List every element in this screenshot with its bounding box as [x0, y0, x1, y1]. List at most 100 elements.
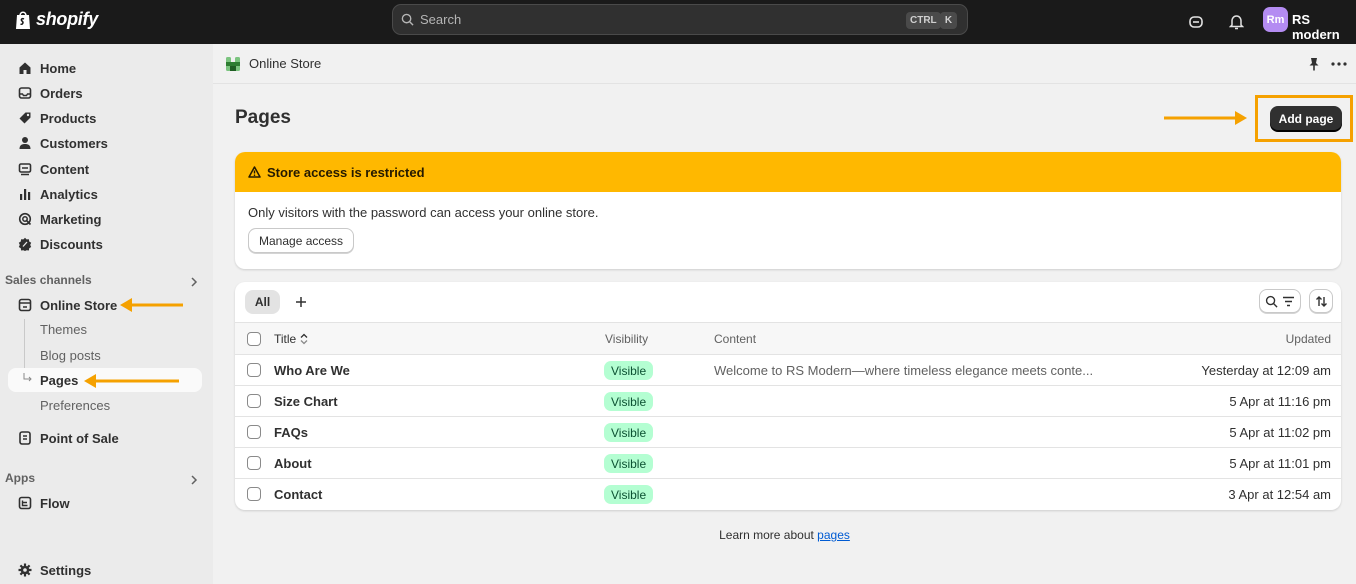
sidekick-button[interactable]	[1185, 11, 1207, 33]
tab-all[interactable]: All	[245, 290, 280, 314]
sidebar-item-label: Analytics	[40, 186, 98, 202]
select-all-checkbox[interactable]	[247, 332, 261, 346]
banner-header: Store access is restricted	[235, 152, 1341, 192]
status-badge: Visible	[604, 423, 654, 442]
sidebar-item-marketing[interactable]: Marketing	[8, 207, 202, 231]
sidebar-item-settings[interactable]: Settings	[8, 558, 202, 582]
brand-name: shopify	[36, 9, 98, 29]
target-icon	[18, 212, 32, 226]
manage-access-button[interactable]: Manage access	[248, 228, 355, 253]
search-icon	[1265, 295, 1278, 308]
sidebar-item-label: Marketing	[40, 211, 102, 227]
row-checkbox[interactable]	[247, 456, 261, 470]
table-row[interactable]: Who Are We Visible Welcome to RS Modern—…	[235, 355, 1341, 386]
store-access-banner: Store access is restricted Only visitors…	[235, 152, 1341, 269]
sidebar-item-customers[interactable]: Customers	[8, 131, 202, 155]
column-title-label: Title	[274, 332, 297, 346]
gear-icon	[18, 563, 32, 577]
shortcut-key-ctrl: CTRL	[906, 12, 941, 29]
sidekick-icon	[1189, 16, 1203, 28]
row-checkbox[interactable]	[247, 363, 261, 377]
row-checkbox[interactable]	[247, 487, 261, 501]
sidebar-subitem-themes[interactable]: Themes	[8, 317, 202, 341]
filter-icon	[1283, 296, 1294, 306]
sidebar-item-label: Online Store	[40, 297, 118, 313]
row-updated: 5 Apr at 11:16 pm	[1229, 394, 1331, 409]
table-body: Who Are We Visible Welcome to RS Modern—…	[235, 355, 1341, 510]
sidebar-subitem-preferences[interactable]: Preferences	[8, 393, 202, 417]
search-placeholder: Search	[420, 12, 462, 27]
sidebar-item-analytics[interactable]: Analytics	[8, 182, 202, 206]
online-store-app-icon	[226, 57, 240, 71]
sidebar: Home Orders Products Customers Content A…	[0, 44, 213, 584]
table-row[interactable]: Contact Visible 3 Apr at 12:54 am	[235, 479, 1341, 510]
discount-icon	[18, 237, 32, 251]
notifications-button[interactable]	[1225, 11, 1247, 33]
warning-icon	[248, 166, 261, 178]
pages-help-link[interactable]: pages	[817, 528, 850, 542]
bell-icon	[1228, 15, 1244, 30]
row-checkbox[interactable]	[247, 425, 261, 439]
row-title[interactable]: About	[274, 456, 312, 471]
search-filter-button[interactable]	[1259, 289, 1301, 313]
online-store-icon	[18, 298, 32, 312]
banner-title: Store access is restricted	[267, 164, 425, 180]
column-title[interactable]: Title	[274, 332, 308, 346]
table-row[interactable]: About Visible 5 Apr at 11:01 pm	[235, 448, 1341, 479]
row-title[interactable]: FAQs	[274, 425, 308, 440]
table-row[interactable]: Size Chart Visible 5 Apr at 11:16 pm	[235, 386, 1341, 417]
tree-branch-icon	[23, 373, 32, 382]
row-title[interactable]: Who Are We	[274, 363, 350, 378]
row-updated: Yesterday at 12:09 am	[1201, 363, 1331, 378]
annotation-arrow-online-store	[120, 298, 183, 312]
breadcrumb-label[interactable]: Online Store	[249, 56, 321, 71]
apps-heading[interactable]: Apps	[5, 471, 35, 485]
sidebar-item-orders[interactable]: Orders	[8, 81, 202, 105]
column-content: Content	[714, 332, 757, 346]
chevron-right-icon[interactable]	[188, 474, 200, 486]
point-of-sale-icon	[18, 431, 32, 445]
row-updated: 5 Apr at 11:01 pm	[1229, 456, 1331, 471]
pin-icon[interactable]	[1308, 57, 1320, 71]
sidebar-subitem-blog-posts[interactable]: Blog posts	[8, 343, 202, 367]
shopify-bag-icon	[16, 10, 30, 29]
pages-table-card: All Title Visibility Content Updated Who…	[235, 282, 1341, 510]
table-header: Title Visibility Content Updated	[235, 322, 1341, 355]
row-updated: 5 Apr at 11:02 pm	[1229, 425, 1331, 440]
sort-icon	[1315, 295, 1327, 307]
sales-channels-heading[interactable]: Sales channels	[5, 273, 92, 287]
sidebar-item-point-of-sale[interactable]: Point of Sale	[8, 426, 202, 450]
row-title[interactable]: Size Chart	[274, 394, 338, 409]
store-avatar[interactable]: Rm	[1263, 7, 1288, 32]
store-name[interactable]: RS modern	[1292, 12, 1356, 42]
add-page-button[interactable]: Add page	[1270, 106, 1342, 131]
sidebar-subitem-label: Pages	[40, 372, 79, 388]
sidebar-item-label: Products	[40, 110, 97, 126]
add-view-button[interactable]	[290, 291, 312, 313]
breadcrumb: Online Store	[213, 44, 1356, 84]
row-title[interactable]: Contact	[274, 487, 322, 502]
footer-help: Learn more about pages	[213, 528, 1356, 542]
sidebar-item-label: Discounts	[40, 236, 103, 252]
sort-arrows-icon	[300, 333, 308, 345]
sort-button[interactable]	[1309, 289, 1333, 313]
sidebar-item-home[interactable]: Home	[8, 56, 202, 80]
sidebar-item-content[interactable]: Content	[8, 157, 202, 181]
chevron-right-icon[interactable]	[188, 276, 200, 288]
inbox-icon	[18, 86, 32, 100]
main-content: Online Store Pages Add page Store access…	[213, 44, 1356, 584]
sidebar-item-flow[interactable]: Flow	[8, 491, 202, 515]
tag-icon	[18, 111, 32, 125]
search-input[interactable]: Search CTRL K	[392, 4, 968, 35]
sidebar-item-products[interactable]: Products	[8, 106, 202, 130]
row-checkbox[interactable]	[247, 394, 261, 408]
more-options-icon[interactable]	[1331, 62, 1347, 66]
sidebar-item-label: Settings	[40, 562, 92, 578]
sidebar-item-discounts[interactable]: Discounts	[8, 232, 202, 256]
status-badge: Visible	[604, 454, 654, 473]
person-icon	[18, 136, 32, 150]
table-row[interactable]: FAQs Visible 5 Apr at 11:02 pm	[235, 417, 1341, 448]
sidebar-item-label: Flow	[40, 495, 70, 511]
sidebar-item-label: Home	[40, 60, 77, 76]
shopify-logo[interactable]: shopify	[14, 9, 98, 30]
